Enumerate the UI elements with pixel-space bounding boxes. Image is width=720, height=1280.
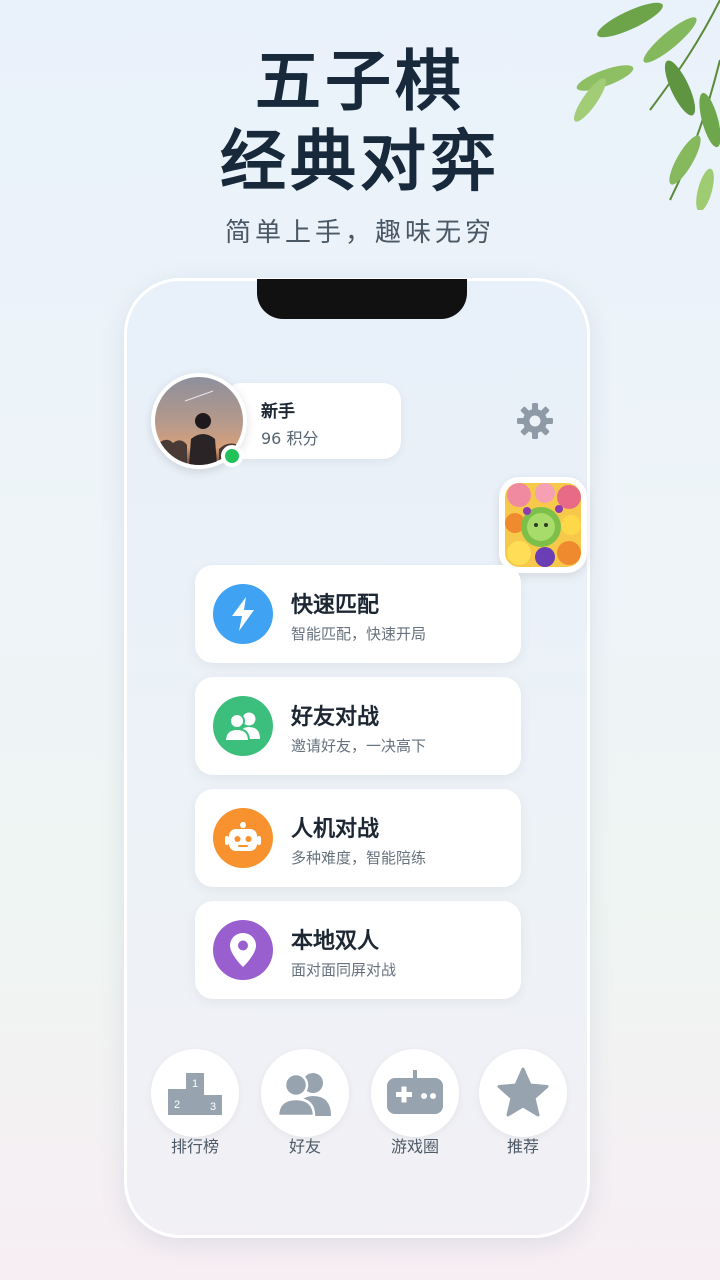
promo-game-icon[interactable] xyxy=(499,477,587,573)
mode-title: 好友对战 xyxy=(291,705,380,730)
online-status-dot xyxy=(221,445,243,467)
mode-desc: 智能匹配，快速开局 xyxy=(291,625,427,643)
bottom-nav: 1 2 3 排行榜 好友 游戏圈 推荐 xyxy=(127,1049,587,1159)
nav-item-friends[interactable]: 好友 xyxy=(259,1049,351,1157)
profile-name: 新手 xyxy=(261,402,295,422)
nav-label: 推荐 xyxy=(506,1137,539,1156)
location-pin-icon xyxy=(213,920,273,980)
fruit-game-icon xyxy=(505,483,581,567)
nav-item-game-circle[interactable]: 游戏圈 xyxy=(369,1049,461,1157)
mode-card-quick-match[interactable]: 快速匹配 智能匹配，快速开局 xyxy=(195,565,521,663)
mode-desc: 面对面同屏对战 xyxy=(291,961,397,979)
profile-score: 96 积分 xyxy=(261,429,319,448)
nav-item-recommend[interactable]: 推荐 xyxy=(477,1049,569,1157)
hero-title-line2: 经典对弈 xyxy=(220,123,500,200)
friends-icon xyxy=(213,696,273,756)
hero-title: 五子棋 经典对弈 xyxy=(0,42,720,202)
mode-desc: 邀请好友，一决高下 xyxy=(291,737,427,755)
nav-icon-circle xyxy=(261,1049,349,1137)
robot-icon xyxy=(213,808,273,868)
mode-title: 本地双人 xyxy=(291,929,380,954)
friends-icon xyxy=(277,1072,331,1116)
lightning-icon xyxy=(213,584,273,644)
hero-subtitle: 简单上手，趣味无穷 xyxy=(224,218,495,248)
phone-frame: 新手 96 积分 快速匹配 智能匹配，快速开局 好友对战 邀请好友，一决高下 人… xyxy=(124,278,590,1238)
nav-icon-circle xyxy=(371,1049,459,1137)
mode-card-local-two-player[interactable]: 本地双人 面对面同屏对战 xyxy=(195,901,521,999)
star-icon xyxy=(497,1067,549,1117)
nav-label: 排行榜 xyxy=(170,1137,219,1156)
svg-text:2: 2 xyxy=(174,1099,180,1111)
svg-text:1: 1 xyxy=(192,1078,198,1090)
gamepad-icon xyxy=(387,1070,443,1114)
podium-icon: 1 2 3 xyxy=(168,1073,222,1115)
phone-notch xyxy=(257,279,467,319)
profile-card[interactable]: 新手 96 积分 xyxy=(223,383,401,459)
nav-label: 游戏圈 xyxy=(390,1137,439,1156)
hero-title-line1: 五子棋 xyxy=(255,43,465,120)
gear-icon[interactable] xyxy=(515,401,555,441)
nav-item-leaderboard[interactable]: 1 2 3 排行榜 xyxy=(149,1049,241,1157)
mode-title: 快速匹配 xyxy=(291,593,380,618)
nav-label: 好友 xyxy=(288,1137,321,1156)
nav-icon-circle: 1 2 3 xyxy=(151,1049,239,1137)
mode-desc: 多种难度，智能陪练 xyxy=(291,849,427,867)
nav-icon-circle xyxy=(479,1049,567,1137)
svg-text:3: 3 xyxy=(210,1101,216,1113)
mode-title: 人机对战 xyxy=(291,817,380,842)
mode-card-ai-battle[interactable]: 人机对战 多种难度，智能陪练 xyxy=(195,789,521,887)
mode-card-friend-battle[interactable]: 好友对战 邀请好友，一决高下 xyxy=(195,677,521,775)
